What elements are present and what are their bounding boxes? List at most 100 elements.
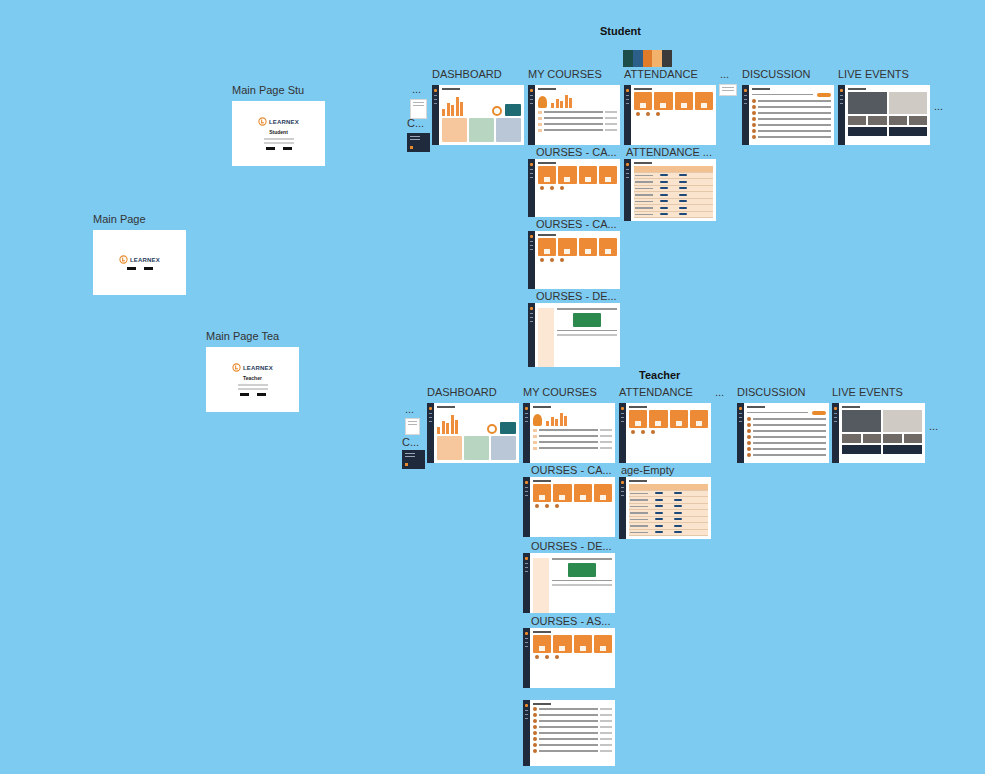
dashboard-frame[interactable] <box>427 403 519 463</box>
input-field[interactable] <box>264 142 294 144</box>
sidebar-item[interactable] <box>840 99 843 100</box>
stat-card[interactable] <box>491 436 516 460</box>
course-card[interactable] <box>690 410 708 428</box>
frame-label[interactable]: Main Page <box>93 213 146 226</box>
frame-label[interactable]: OURSES - DE... <box>531 540 612 553</box>
detail-frame[interactable] <box>528 303 620 367</box>
sidebar-item[interactable] <box>530 245 533 246</box>
course-card[interactable] <box>634 92 652 110</box>
course-card[interactable] <box>649 410 667 428</box>
frame-label[interactable]: MY COURSES <box>523 386 597 399</box>
course-card[interactable] <box>553 635 571 653</box>
sidebar-item[interactable] <box>525 407 528 410</box>
button[interactable] <box>257 393 266 396</box>
status-pill[interactable] <box>674 525 682 527</box>
sidebar-item[interactable] <box>434 99 437 100</box>
status-pill[interactable] <box>655 499 663 501</box>
discussion-row[interactable] <box>747 447 826 451</box>
sidebar-item[interactable] <box>621 481 624 484</box>
button[interactable] <box>266 147 275 150</box>
course-cards-frame[interactable] <box>523 628 615 688</box>
event-photo[interactable] <box>842 434 861 443</box>
sidebar-item[interactable] <box>525 710 528 711</box>
discussion-frame[interactable] <box>737 403 829 463</box>
status-pill[interactable] <box>679 187 687 189</box>
frame-label[interactable]: DASHBOARD <box>427 386 497 399</box>
frame-label[interactable]: ATTENDANCE <box>624 68 698 81</box>
course-card[interactable] <box>629 410 647 428</box>
student-row[interactable] <box>533 719 612 723</box>
live-frame[interactable] <box>838 85 930 145</box>
frame-label[interactable]: DISCUSSION <box>742 68 810 81</box>
button[interactable] <box>144 267 153 270</box>
status-pill[interactable] <box>674 499 682 501</box>
dark-mini-frame[interactable] <box>402 450 425 469</box>
frame-label[interactable]: Main Page Tea <box>206 330 279 343</box>
sidebar-item[interactable] <box>739 413 742 414</box>
sidebar-item[interactable] <box>434 95 437 96</box>
status-pill[interactable] <box>679 194 687 196</box>
button[interactable] <box>240 393 249 396</box>
student-row[interactable] <box>533 725 612 729</box>
frame-label[interactable]: ... <box>929 420 938 433</box>
stat-card[interactable] <box>442 118 467 142</box>
discussion-row[interactable] <box>747 435 826 439</box>
status-pill[interactable] <box>660 174 668 176</box>
student-row[interactable] <box>533 737 612 741</box>
sidebar-item[interactable] <box>621 491 624 492</box>
sidebar-item[interactable] <box>739 421 742 422</box>
sidebar-item[interactable] <box>834 417 837 418</box>
frame-label[interactable]: MY COURSES <box>528 68 602 81</box>
student-row[interactable] <box>533 713 612 717</box>
design-canvas[interactable]: StudentTeacherMain Page StuLEARNEXStuden… <box>0 0 985 774</box>
course-card[interactable] <box>599 238 617 256</box>
attendance-cards-frame[interactable] <box>624 85 716 145</box>
frame-label[interactable]: OURSES - DE... <box>536 290 617 303</box>
sidebar-item[interactable] <box>530 89 533 92</box>
frame-label[interactable]: C... <box>402 436 419 449</box>
sidebar-item[interactable] <box>530 307 533 310</box>
sidebar-item[interactable] <box>525 421 528 422</box>
sidebar-item[interactable] <box>530 249 533 250</box>
frame-label[interactable]: LIVE EVENTS <box>832 386 903 399</box>
status-pill[interactable] <box>655 492 663 494</box>
detail-frame[interactable] <box>523 553 615 613</box>
frame-label[interactable]: ATTENDANCE ... <box>626 146 712 159</box>
course-row[interactable] <box>538 110 617 114</box>
frame-label[interactable]: ... <box>412 83 421 96</box>
status-pill[interactable] <box>660 181 668 183</box>
sidebar-item[interactable] <box>621 407 624 410</box>
course-card[interactable] <box>599 166 617 184</box>
sidebar-item[interactable] <box>429 421 432 422</box>
student-row[interactable] <box>533 749 612 753</box>
sidebar-item[interactable] <box>525 487 528 488</box>
sidebar-item[interactable] <box>840 103 843 104</box>
sidebar-item[interactable] <box>525 557 528 560</box>
frame-label[interactable]: DASHBOARD <box>432 68 502 81</box>
event-card[interactable] <box>842 445 881 454</box>
event-photo[interactable] <box>848 92 887 114</box>
student-list-frame[interactable] <box>523 700 615 766</box>
frame-label[interactable]: ... <box>934 100 943 113</box>
sidebar-item[interactable] <box>621 495 624 496</box>
sidebar-item[interactable] <box>626 173 629 174</box>
status-pill[interactable] <box>655 518 663 520</box>
status-pill[interactable] <box>679 181 687 183</box>
sidebar-item[interactable] <box>525 563 528 564</box>
sidebar-item[interactable] <box>525 704 528 707</box>
status-pill[interactable] <box>660 200 668 202</box>
frame-label[interactable]: DISCUSSION <box>737 386 805 399</box>
course-card[interactable] <box>533 635 551 653</box>
input-field[interactable] <box>238 388 268 390</box>
course-row[interactable] <box>533 440 612 444</box>
sidebar-item[interactable] <box>525 571 528 572</box>
new-post-button[interactable] <box>812 411 826 415</box>
course-cards-frame[interactable] <box>523 477 615 537</box>
sidebar-item[interactable] <box>525 417 528 418</box>
event-card[interactable] <box>848 127 887 136</box>
sidebar-item[interactable] <box>840 95 843 96</box>
event-photo[interactable] <box>889 116 907 125</box>
status-pill[interactable] <box>660 194 668 196</box>
sidebar-item[interactable] <box>530 321 533 322</box>
sidebar-item[interactable] <box>739 417 742 418</box>
